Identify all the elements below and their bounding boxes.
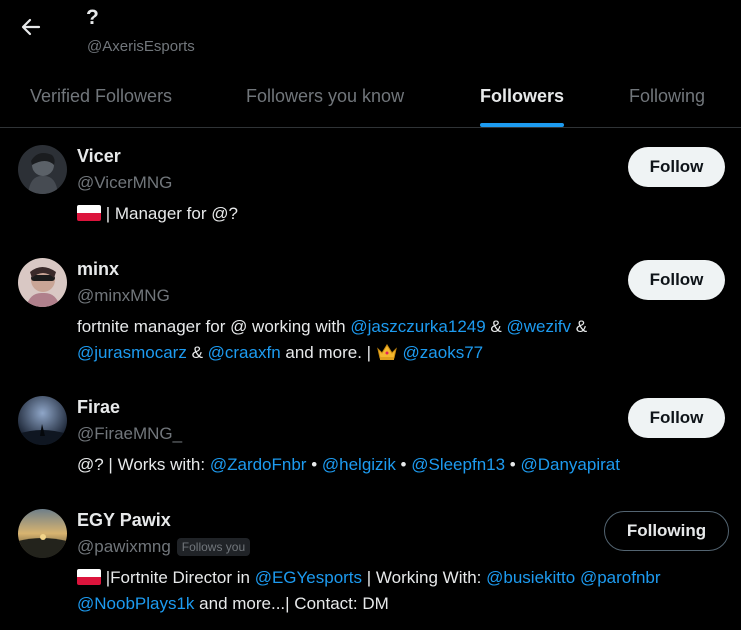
mention-link[interactable]: @Danyapirat — [520, 455, 619, 474]
back-button[interactable] — [14, 10, 48, 44]
user-name[interactable]: Firae — [77, 397, 120, 418]
user-bio: |Fortnite Director in @EGYesports | Work… — [77, 568, 661, 613]
handle-row: @minxMNG — [77, 286, 170, 306]
tab-followers-you-know[interactable]: Followers you know — [246, 66, 404, 127]
mention-link[interactable]: @parofnbr — [580, 568, 661, 587]
user-bio: @? | Works with: @ZardoFnbr • @helgizik … — [77, 455, 620, 474]
crown-icon — [376, 343, 398, 369]
back-arrow-icon — [21, 18, 41, 36]
mention-link[interactable]: @wezifv — [507, 317, 572, 336]
mention-link[interactable]: @NoobPlays1k — [77, 594, 194, 613]
handle-row: @VicerMNG — [77, 173, 172, 193]
tab-label: Verified Followers — [30, 86, 173, 106]
follower-tabs: Verified Followers Followers you know Fo… — [0, 66, 741, 128]
tab-following[interactable]: Following — [629, 66, 705, 127]
handle-row: @pawixmng Follows you — [77, 537, 251, 557]
user-handle[interactable]: @pawixmng — [77, 537, 171, 557]
tab-label: Followers you know — [246, 86, 405, 106]
mention-link[interactable]: @zaoks77 — [403, 343, 484, 362]
follow-button[interactable]: Follow — [628, 398, 725, 438]
user-name[interactable]: Vicer — [77, 146, 121, 167]
mention-link[interactable]: @helgizik — [322, 455, 396, 474]
tab-label: Following — [629, 86, 706, 106]
follows-you-badge: Follows you — [176, 538, 251, 556]
mention-link[interactable]: @craaxfn — [208, 343, 281, 362]
tab-label: Followers — [480, 86, 565, 106]
user-name[interactable]: EGY Pawix — [77, 510, 171, 531]
avatar[interactable] — [18, 258, 67, 307]
avatar[interactable] — [18, 509, 67, 558]
poland-flag-icon — [77, 205, 101, 221]
mention-link[interactable]: @busiekitto — [486, 568, 575, 587]
user-handle[interactable]: @FiraeMNG_ — [77, 424, 182, 444]
avatar[interactable] — [18, 145, 67, 194]
user-bio: fortnite manager for @ working with @jas… — [77, 314, 727, 369]
user-handle[interactable]: @VicerMNG — [77, 173, 172, 193]
handle-row: @FiraeMNG_ — [77, 424, 182, 444]
profile-name: ? — [86, 6, 99, 29]
mention-link[interactable]: @ZardoFnbr — [210, 455, 307, 474]
active-tab-indicator — [480, 123, 565, 127]
following-button[interactable]: Following — [604, 511, 729, 551]
mention-link[interactable]: @jurasmocarz — [77, 343, 187, 362]
tab-verified-followers[interactable]: Verified Followers — [30, 66, 172, 127]
profile-handle: @AxerisEsports — [87, 38, 195, 55]
mention-link[interactable]: @Sleepfn13 — [411, 455, 505, 474]
mention-link[interactable]: @EGYesports — [255, 568, 362, 587]
tab-followers[interactable]: Followers — [480, 66, 565, 127]
profile-header: ? @AxerisEsports — [0, 0, 741, 66]
mention-link[interactable]: @jaszczurka1249 — [350, 317, 485, 336]
follow-button[interactable]: Follow — [628, 147, 725, 187]
user-bio: | Manager for @? — [77, 201, 727, 227]
avatar[interactable] — [18, 396, 67, 445]
follow-button[interactable]: Follow — [628, 260, 725, 300]
poland-flag-icon — [77, 569, 101, 585]
user-handle[interactable]: @minxMNG — [77, 286, 170, 306]
user-name[interactable]: minx — [77, 259, 119, 280]
